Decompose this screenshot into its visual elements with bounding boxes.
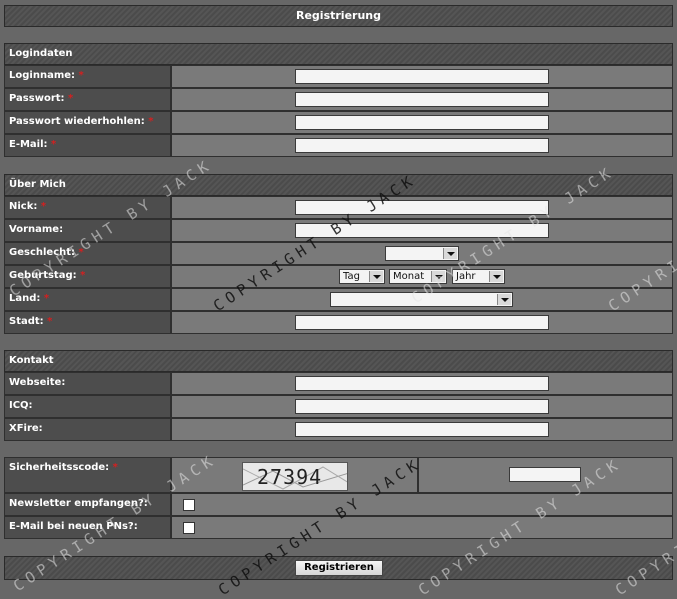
- required-marker: *: [78, 247, 84, 258]
- captcha-input[interactable]: [509, 467, 581, 482]
- page-title: Registrierung: [4, 5, 673, 27]
- register-button[interactable]: Registrieren: [295, 560, 383, 576]
- label-newsletter: Newsletter empfangen?:: [4, 493, 171, 516]
- email-input[interactable]: [295, 138, 549, 153]
- section-header-kontakt: Kontakt: [4, 350, 673, 372]
- label-vorname: Vorname:: [4, 219, 171, 242]
- required-marker: *: [47, 316, 53, 327]
- chevron-down-icon: [489, 271, 503, 282]
- chevron-down-icon: [431, 271, 445, 282]
- row-value: [171, 88, 673, 111]
- password-input[interactable]: [295, 92, 549, 107]
- chevron-down-icon: [369, 271, 383, 282]
- label-land: Land: *: [4, 288, 171, 311]
- required-marker: *: [68, 93, 74, 104]
- label-email-pn: E-Mail bei neuen PNs?:: [4, 516, 171, 539]
- chevron-down-icon: [497, 294, 511, 305]
- newsletter-checkbox[interactable]: [183, 499, 195, 511]
- chevron-down-icon: [443, 248, 457, 259]
- section-header-ueber-mich: Über Mich: [4, 174, 673, 196]
- required-marker: *: [80, 270, 86, 281]
- captcha-answer-cell: [418, 457, 673, 493]
- required-marker: *: [51, 139, 57, 150]
- row-value: [171, 111, 673, 134]
- row-value: [171, 311, 673, 334]
- row-value: Tag Monat Jahr: [171, 265, 673, 288]
- row-value: [171, 516, 673, 539]
- label-loginname: Loginname: *: [4, 65, 171, 88]
- required-marker: *: [43, 293, 50, 304]
- email-pn-checkbox[interactable]: [183, 522, 195, 534]
- label-sicherheitscode: Sicherheitsscode: *: [4, 457, 171, 493]
- footer-bar: Registrieren: [4, 556, 673, 580]
- required-marker: *: [40, 201, 47, 212]
- row-value: [171, 65, 673, 88]
- row-value: [171, 196, 673, 219]
- birthday-year-select[interactable]: Jahr: [452, 269, 505, 284]
- row-value: [171, 219, 673, 242]
- label-passwort-wiederholen: Passwort wiederhohlen: *: [4, 111, 171, 134]
- birthday-day-select[interactable]: Tag: [339, 269, 385, 284]
- label-icq: ICQ:: [4, 395, 171, 418]
- label-stadt: Stadt: *: [4, 311, 171, 334]
- required-marker: *: [78, 70, 84, 81]
- row-value: [171, 395, 673, 418]
- captcha-text: 27394: [257, 465, 323, 489]
- row-value: [171, 134, 673, 157]
- label-webseite: Webseite:: [4, 372, 171, 395]
- webseite-input[interactable]: [295, 376, 549, 391]
- required-marker: *: [112, 462, 118, 473]
- row-value: [171, 288, 673, 311]
- label-nick: Nick: *: [4, 196, 171, 219]
- vorname-input[interactable]: [295, 223, 549, 238]
- icq-input[interactable]: [295, 399, 549, 414]
- row-value: [171, 372, 673, 395]
- captcha-image: 27394: [242, 462, 348, 491]
- birthday-month-select[interactable]: Monat: [389, 269, 447, 284]
- label-geburtstag: Geburtstag: *: [4, 265, 171, 288]
- xfire-input[interactable]: [295, 422, 549, 437]
- label-geschlecht: Geschlecht: *: [4, 242, 171, 265]
- stadt-input[interactable]: [295, 315, 549, 330]
- land-select[interactable]: [330, 292, 513, 307]
- row-value: [171, 493, 673, 516]
- row-value: [171, 418, 673, 441]
- captcha-cell: 27394: [171, 457, 418, 493]
- section-header-logindaten: Logindaten: [4, 43, 673, 65]
- row-value: [171, 242, 673, 265]
- required-marker: *: [148, 116, 154, 127]
- label-passwort: Passwort: *: [4, 88, 171, 111]
- password-repeat-input[interactable]: [295, 115, 549, 130]
- nick-input[interactable]: [295, 200, 549, 215]
- label-xfire: XFire:: [4, 418, 171, 441]
- geschlecht-select[interactable]: [385, 246, 459, 261]
- loginname-input[interactable]: [295, 69, 549, 84]
- label-email: E-Mail: *: [4, 134, 171, 157]
